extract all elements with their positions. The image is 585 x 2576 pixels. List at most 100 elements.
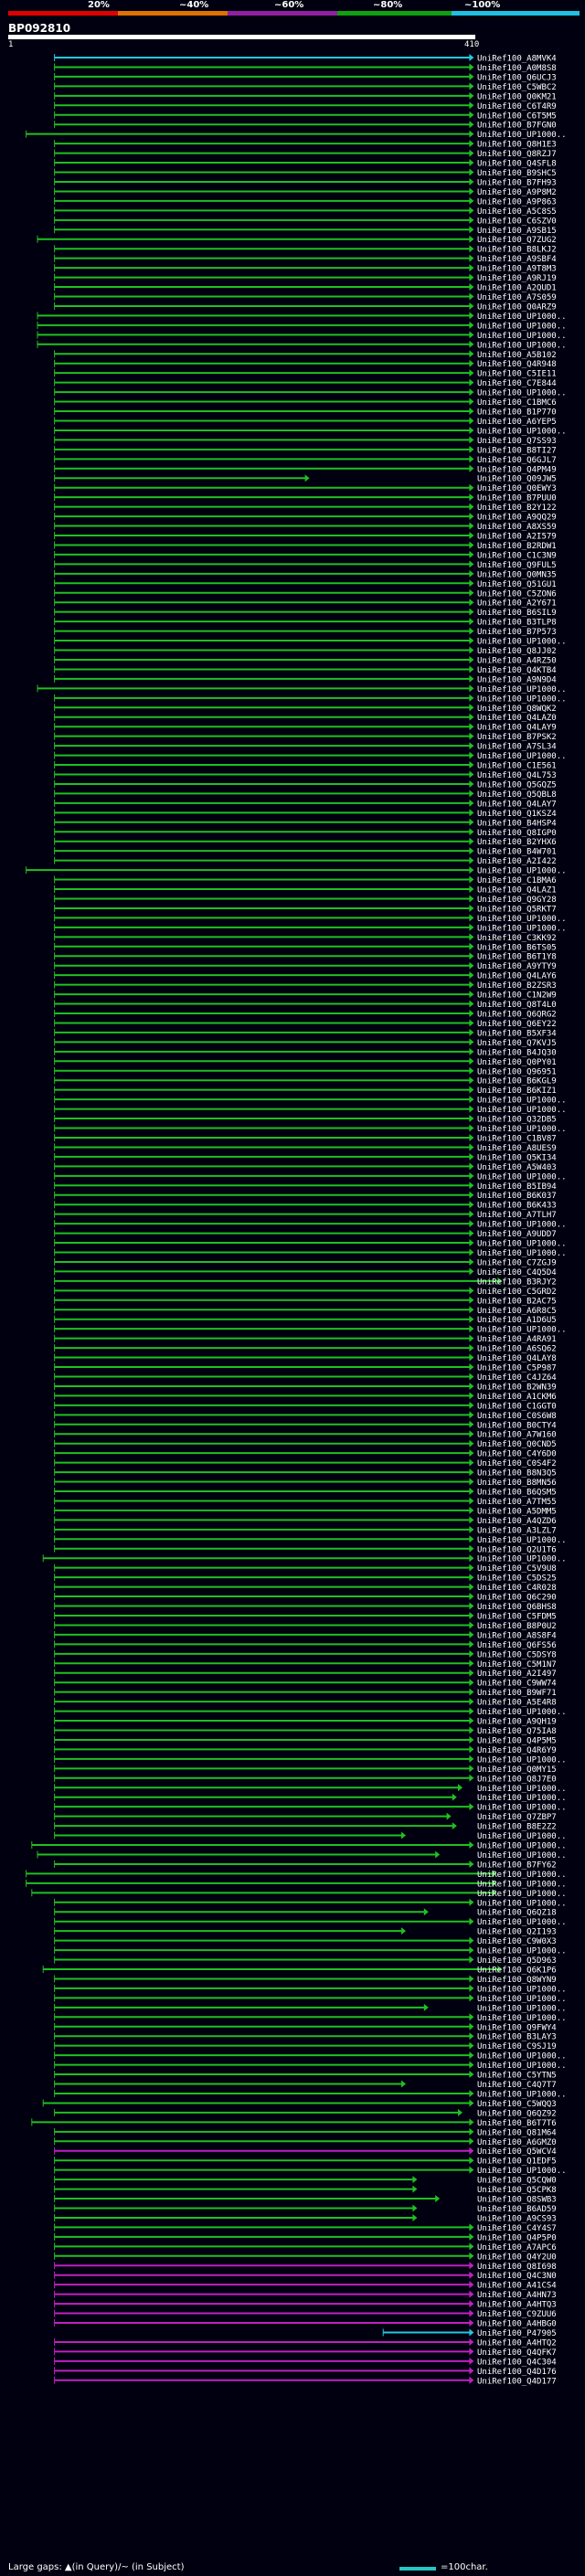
hit-label[interactable]: UniRef100_UP1000.. bbox=[477, 685, 567, 694]
hit-label[interactable]: UniRef100_Q6QRG2 bbox=[477, 1011, 557, 1020]
hit-label[interactable]: UniRef100_UP1000.. bbox=[477, 915, 567, 924]
hit-label[interactable]: UniRef100_A9P8M2 bbox=[477, 188, 557, 197]
hit-label[interactable]: UniRef100_UP1000.. bbox=[477, 2062, 567, 2071]
hit-label[interactable]: UniRef100_C7E844 bbox=[477, 379, 557, 388]
hit-label[interactable]: UniRef100_C5IE11 bbox=[477, 370, 557, 379]
hit-label[interactable]: UniRef100_Q6UCJ3 bbox=[477, 73, 557, 82]
hit-label[interactable]: UniRef100_C1BV87 bbox=[477, 1134, 557, 1143]
hit-label[interactable]: UniRef100_Q5CQW0 bbox=[477, 2177, 557, 2186]
hit-label[interactable]: UniRef100_C5ZON6 bbox=[477, 589, 557, 599]
hit-label[interactable]: UniRef100_A5W403 bbox=[477, 1163, 557, 1172]
hit-label[interactable]: UniRef100_Q1EDF5 bbox=[477, 2157, 557, 2167]
hit-label[interactable]: UniRef100_UP1000.. bbox=[477, 1899, 567, 1908]
hit-label[interactable]: UniRef100_Q4L753 bbox=[477, 771, 557, 780]
hit-label[interactable]: UniRef100_C5DS25 bbox=[477, 1574, 557, 1584]
hit-label[interactable]: UniRef100_C5GRD2 bbox=[477, 1288, 557, 1297]
hit-label[interactable]: UniRef100_UP1000.. bbox=[477, 427, 567, 436]
hit-label[interactable]: UniRef100_B9SHC5 bbox=[477, 169, 557, 178]
hit-label[interactable]: UniRef100_Q6EY22 bbox=[477, 1020, 557, 1029]
hit-label[interactable]: UniRef100_UP1000.. bbox=[477, 1785, 567, 1794]
hit-label[interactable]: UniRef100_UP1000.. bbox=[477, 2167, 567, 2176]
hit-label[interactable]: UniRef100_A7S059 bbox=[477, 293, 557, 302]
hit-label[interactable]: UniRef100_A6SQ62 bbox=[477, 1345, 557, 1354]
hit-label[interactable]: UniRef100_Q7ZUG2 bbox=[477, 236, 557, 245]
hit-label[interactable]: UniRef100_B8TI27 bbox=[477, 446, 557, 455]
hit-label[interactable]: UniRef100_UP1000.. bbox=[477, 1708, 567, 1717]
hit-label[interactable]: UniRef100_B3LAY3 bbox=[477, 2033, 557, 2042]
hit-label[interactable]: UniRef100_Q5RKT7 bbox=[477, 905, 557, 914]
hit-label[interactable]: UniRef100_C1GGT0 bbox=[477, 1402, 557, 1411]
hit-label[interactable]: UniRef100_Q5KI34 bbox=[477, 1153, 557, 1162]
hit-label[interactable]: UniRef100_B6SIL9 bbox=[477, 609, 557, 618]
hit-label[interactable]: UniRef100_C6T4R9 bbox=[477, 102, 557, 111]
hit-label[interactable]: UniRef100_C0S6W8 bbox=[477, 1412, 557, 1421]
hit-label[interactable]: UniRef100_A4RA91 bbox=[477, 1335, 557, 1344]
hit-label[interactable]: UniRef100_B6KIZ1 bbox=[477, 1087, 557, 1096]
hit-label[interactable]: UniRef100_UP1000.. bbox=[477, 924, 567, 933]
hit-label[interactable]: UniRef100_B7FGN0 bbox=[477, 122, 557, 131]
hit-label[interactable]: UniRef100_Q6C290 bbox=[477, 1594, 557, 1603]
hit-label[interactable]: UniRef100_UP1000.. bbox=[477, 1125, 567, 1134]
hit-label[interactable]: UniRef100_Q9FUL5 bbox=[477, 561, 557, 570]
hit-label[interactable]: UniRef100_A5DMM5 bbox=[477, 1507, 557, 1516]
hit-label[interactable]: UniRef100_UP1000.. bbox=[477, 1536, 567, 1545]
hit-label[interactable]: UniRef100_UP1000.. bbox=[477, 752, 567, 761]
hit-label[interactable]: UniRef100_Q4Y2U0 bbox=[477, 2253, 557, 2262]
hit-label[interactable]: UniRef100_A9N9D4 bbox=[477, 675, 557, 684]
hit-label[interactable]: UniRef100_B6AD59 bbox=[477, 2205, 557, 2214]
hit-label[interactable]: UniRef100_C4Q7T7 bbox=[477, 2081, 557, 2090]
hit-label[interactable]: UniRef100_UP1000.. bbox=[477, 1947, 567, 1956]
hit-label[interactable]: UniRef100_A8UES9 bbox=[477, 1144, 557, 1153]
hit-label[interactable]: UniRef100_C5YTN5 bbox=[477, 2072, 557, 2081]
hit-label[interactable]: UniRef100_B6QSM5 bbox=[477, 1489, 557, 1498]
hit-label[interactable]: UniRef100_B4HSP4 bbox=[477, 819, 557, 828]
hit-label[interactable]: UniRef100_B9WF71 bbox=[477, 1689, 557, 1698]
hit-label[interactable]: UniRef100_Q4D176 bbox=[477, 2368, 557, 2377]
hit-label[interactable]: UniRef100_Q4R948 bbox=[477, 360, 557, 369]
hit-label[interactable]: UniRef100_UP1000.. bbox=[477, 1097, 567, 1106]
hit-label[interactable]: UniRef100_A7W160 bbox=[477, 1431, 557, 1440]
hit-label[interactable]: UniRef100_Q9GY28 bbox=[477, 896, 557, 905]
hit-label[interactable]: UniRef100_C7ZGJ9 bbox=[477, 1258, 557, 1267]
hit-label[interactable]: UniRef100_Q8RZJ7 bbox=[477, 150, 557, 159]
hit-label[interactable]: UniRef100_UP1000.. bbox=[477, 1555, 567, 1564]
hit-label[interactable]: UniRef100_Q4P5M5 bbox=[477, 1736, 557, 1745]
hit-label[interactable]: UniRef100_Q4LAY9 bbox=[477, 724, 557, 733]
hit-label[interactable]: UniRef100_UP1000.. bbox=[477, 1221, 567, 1230]
hit-label[interactable]: UniRef100_Q8JJ02 bbox=[477, 647, 557, 656]
hit-label[interactable]: UniRef100_Q1KSZ4 bbox=[477, 810, 557, 819]
hit-label[interactable]: UniRef100_UP1000.. bbox=[477, 313, 567, 322]
hit-label[interactable]: UniRef100_A7APC6 bbox=[477, 2243, 557, 2253]
hit-label[interactable]: UniRef100_C1C3N9 bbox=[477, 551, 557, 560]
hit-label[interactable]: UniRef100_A9UDD7 bbox=[477, 1230, 557, 1239]
hit-label[interactable]: UniRef100_B7FH93 bbox=[477, 178, 557, 187]
hit-label[interactable]: UniRef100_Q32DB5 bbox=[477, 1116, 557, 1125]
hit-label[interactable]: UniRef100_UP1000.. bbox=[477, 2090, 567, 2099]
hit-label[interactable]: UniRef100_A9P863 bbox=[477, 197, 557, 207]
hit-label[interactable]: UniRef100_UP1000.. bbox=[477, 1240, 567, 1249]
hit-label[interactable]: UniRef100_A9YTY9 bbox=[477, 962, 557, 971]
hit-label[interactable]: UniRef100_C4R028 bbox=[477, 1584, 557, 1593]
hit-label[interactable]: UniRef100_B8E2Z2 bbox=[477, 1823, 557, 1832]
hit-label[interactable]: UniRef100_A5C8S5 bbox=[477, 207, 557, 217]
hit-label[interactable]: UniRef100_C4Y6D0 bbox=[477, 1450, 557, 1459]
hit-label[interactable]: UniRef100_Q4LAZ1 bbox=[477, 886, 557, 896]
hit-label[interactable]: UniRef100_C5M1N7 bbox=[477, 1660, 557, 1670]
hit-label[interactable]: UniRef100_Q6GJL7 bbox=[477, 456, 557, 465]
hit-label[interactable]: UniRef100_C1BMA6 bbox=[477, 876, 557, 885]
hit-label[interactable]: UniRef100_A4QZD6 bbox=[477, 1517, 557, 1526]
hit-label[interactable]: UniRef100_B8LKJ2 bbox=[477, 246, 557, 255]
hit-label[interactable]: UniRef100_UP1000.. bbox=[477, 1794, 567, 1803]
hit-label[interactable]: UniRef100_UP1000.. bbox=[477, 1851, 567, 1860]
hit-label[interactable]: UniRef100_C9WW74 bbox=[477, 1680, 557, 1689]
hit-label[interactable]: UniRef100_Q4LAY7 bbox=[477, 800, 557, 809]
hit-label[interactable]: UniRef100_B4W701 bbox=[477, 848, 557, 857]
hit-label[interactable]: UniRef100_A6YEP5 bbox=[477, 418, 557, 427]
hit-label[interactable]: UniRef100_A2Y671 bbox=[477, 599, 557, 609]
hit-label[interactable]: UniRef100_A6R8C5 bbox=[477, 1307, 557, 1316]
hit-label[interactable]: UniRef100_A1D6U5 bbox=[477, 1316, 557, 1325]
hit-label[interactable]: UniRef100_Q6QZ92 bbox=[477, 2109, 557, 2118]
hit-label[interactable]: UniRef100_A9QH19 bbox=[477, 1718, 557, 1727]
hit-label[interactable]: UniRef100_A5B102 bbox=[477, 351, 557, 360]
hit-label[interactable]: UniRef100_B2Y122 bbox=[477, 504, 557, 513]
